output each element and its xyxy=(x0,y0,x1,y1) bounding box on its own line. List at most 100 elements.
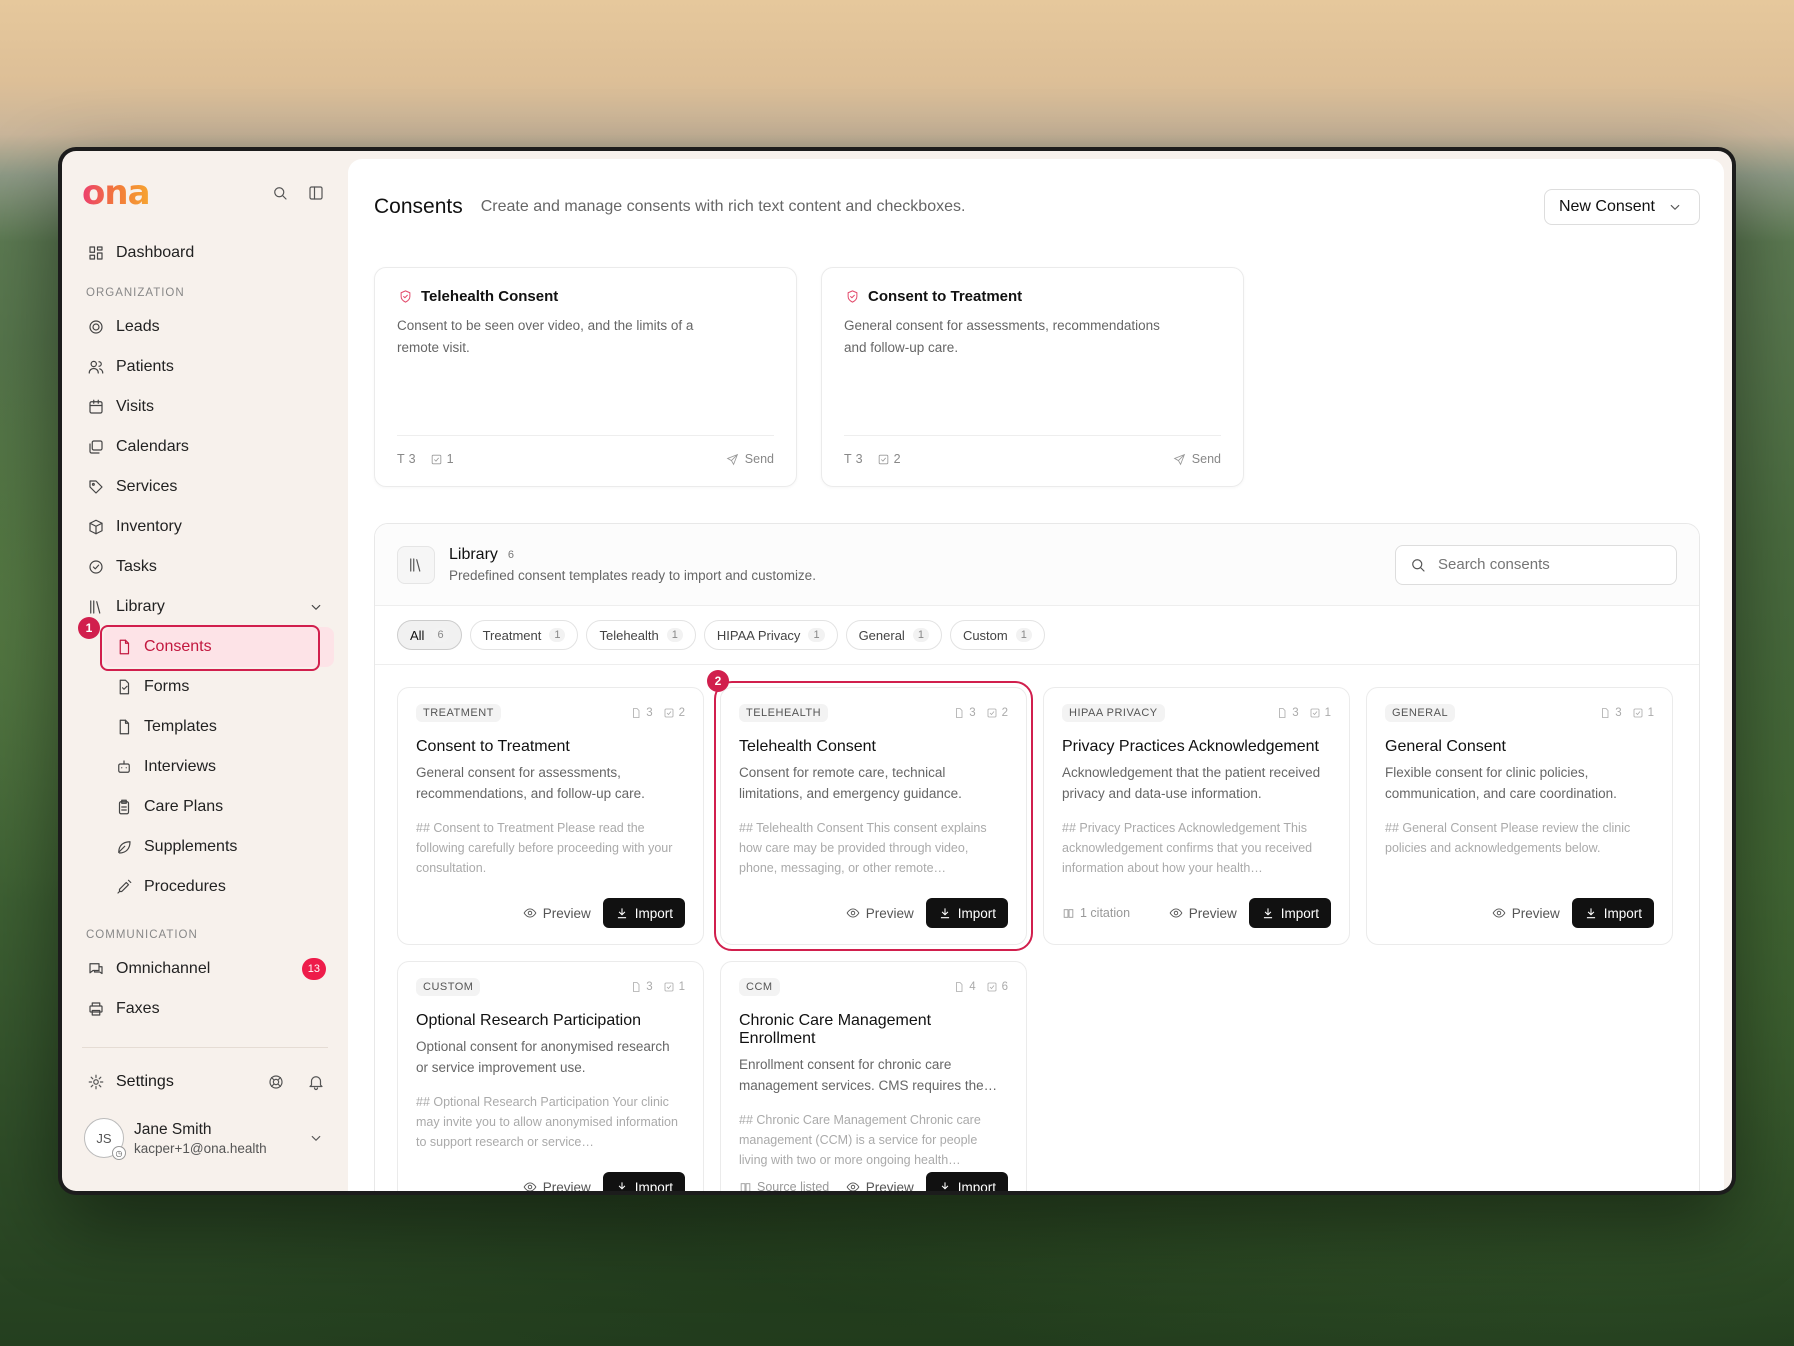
filter-chip-hipaa[interactable]: HIPAA Privacy 1 xyxy=(703,620,838,650)
count: 3 xyxy=(855,452,863,466)
clock-icon: ◷ xyxy=(112,1146,126,1160)
chip-label: General xyxy=(858,627,905,643)
consent-card[interactable]: Consent to Treatment General consent for… xyxy=(821,267,1244,487)
document-count: 4 xyxy=(953,981,976,993)
printer-icon xyxy=(86,999,106,1019)
nav-label: Tasks xyxy=(116,558,157,575)
template-card[interactable]: CUSTOM 3 1 Optional Research Participation O… xyxy=(397,961,704,1191)
nav-care-plans[interactable]: Care Plans xyxy=(76,787,334,827)
nav-procedures[interactable]: Procedures xyxy=(76,867,334,907)
nav-library[interactable]: Library xyxy=(76,587,334,627)
nav-supplements[interactable]: Supplements xyxy=(76,827,334,867)
chevron-down-icon[interactable] xyxy=(306,597,326,617)
chip-label: All xyxy=(410,627,425,643)
category-tag: TELEHEALTH xyxy=(739,704,829,722)
filter-chip-telehealth[interactable]: Telehealth 1 xyxy=(586,620,696,650)
nav-calendars[interactable]: Calendars xyxy=(76,427,334,467)
preview-button[interactable]: Preview xyxy=(1492,906,1560,921)
template-card[interactable]: GENERAL 3 1 General Consent Flexible consent… xyxy=(1366,687,1673,945)
nav-dashboard[interactable]: Dashboard xyxy=(76,233,334,273)
preview-button[interactable]: Preview xyxy=(846,1180,914,1191)
nav-interviews[interactable]: Interviews xyxy=(76,747,334,787)
count: 2 xyxy=(893,452,901,466)
nav-forms[interactable]: Forms xyxy=(76,667,334,707)
send-button[interactable]: Send xyxy=(1173,452,1221,466)
library-icon xyxy=(397,545,435,584)
nav-label: Care Plans xyxy=(144,798,224,815)
nav-label: Inventory xyxy=(116,518,182,535)
leaf-icon xyxy=(114,837,134,857)
preview-label: Preview xyxy=(542,1179,591,1192)
preview-button[interactable]: Preview xyxy=(523,1179,591,1192)
import-button[interactable]: Import xyxy=(1248,898,1331,928)
import-button[interactable]: Import xyxy=(602,1172,685,1191)
filter-chip-all[interactable]: All 6 xyxy=(397,620,462,650)
import-button[interactable]: Import xyxy=(925,898,1008,928)
nav-patients[interactable]: Patients xyxy=(76,347,334,387)
search-input[interactable] xyxy=(1438,556,1658,573)
search-icon[interactable] xyxy=(270,183,290,203)
syringe-icon xyxy=(114,877,134,897)
nav-label: Services xyxy=(116,478,178,495)
help-lifebuoy-icon[interactable] xyxy=(266,1072,286,1092)
import-button[interactable]: Import xyxy=(1571,898,1654,928)
import-label: Import xyxy=(957,1179,996,1192)
nav-label: Settings xyxy=(116,1073,174,1090)
category-tag: GENERAL xyxy=(1385,704,1456,722)
template-card[interactable]: TELEHEALTH 3 2 Telehealth Consent Consent fo… xyxy=(707,670,1033,951)
bell-icon[interactable] xyxy=(306,1072,326,1092)
checkbox-count: 1 xyxy=(430,452,454,466)
nav-settings[interactable]: Settings xyxy=(76,1060,334,1104)
count: 1 xyxy=(678,981,685,993)
tag-icon xyxy=(86,477,106,497)
template-description: Flexible consent for clinic policies, co… xyxy=(1385,765,1617,801)
template-card[interactable]: HIPAA PRIVACY 3 1 Privacy Practices Acknowl… xyxy=(1043,687,1350,945)
preview-button[interactable]: Preview xyxy=(523,906,591,921)
chevron-down-icon xyxy=(1665,197,1685,217)
nav-tasks[interactable]: Tasks xyxy=(76,547,334,587)
nav-faxes[interactable]: Faxes xyxy=(76,989,334,1029)
user-name: Jane Smith xyxy=(134,1120,212,1138)
ona-logo[interactable]: ona xyxy=(82,173,151,213)
filter-chip-custom[interactable]: Custom 1 xyxy=(949,620,1045,650)
nav-services[interactable]: Services xyxy=(76,467,334,507)
nav-inventory[interactable]: Inventory xyxy=(76,507,334,547)
template-card[interactable]: CCM 4 6 Chronic Care Management Enrollment E… xyxy=(720,961,1027,1191)
count: 3 xyxy=(969,707,976,719)
card-counts: 31 xyxy=(1276,707,1331,719)
send-icon xyxy=(1173,453,1185,465)
page-description: Create and manage consents with rich tex… xyxy=(480,198,966,215)
import-button[interactable]: Import xyxy=(602,898,685,928)
chevron-down-icon[interactable] xyxy=(306,1128,326,1148)
filter-chip-general[interactable]: General 1 xyxy=(845,620,942,650)
import-button[interactable]: Import xyxy=(925,1172,1008,1192)
new-consent-button[interactable]: New Consent xyxy=(1543,189,1700,225)
preview-button[interactable]: Preview xyxy=(1169,906,1237,921)
consent-card[interactable]: Telehealth Consent Consent to be seen ov… xyxy=(374,267,797,487)
bot-icon xyxy=(114,757,134,777)
count: 4 xyxy=(969,981,976,993)
library-title: Library xyxy=(449,546,498,563)
count: 1 xyxy=(1324,707,1331,719)
filter-chip-treatment[interactable]: Treatment 1 xyxy=(469,620,579,650)
nav-visits[interactable]: Visits xyxy=(76,387,334,427)
count: 6 xyxy=(1001,981,1008,993)
nav-leads[interactable]: Leads xyxy=(76,307,334,347)
user-email: kacper+1@ona.health xyxy=(134,1140,267,1156)
user-menu[interactable]: JS ◷ Jane Smith kacper+1@ona.health xyxy=(76,1118,334,1160)
preview-button[interactable]: Preview xyxy=(846,906,914,921)
checkbox-icon xyxy=(431,454,441,464)
nav-omnichannel[interactable]: Omnichannel 13 xyxy=(76,949,334,989)
template-card[interactable]: TREATMENT 3 2 Consent to Treatment General c… xyxy=(397,687,704,945)
preview-label: Preview xyxy=(542,905,591,921)
sidebar-toggle-icon[interactable] xyxy=(306,183,326,203)
send-button[interactable]: Send xyxy=(726,452,774,466)
nav-templates[interactable]: Templates xyxy=(76,707,334,747)
count: 1 xyxy=(1647,707,1654,719)
chip-label: Custom xyxy=(962,627,1008,643)
search-box[interactable] xyxy=(1395,544,1677,585)
template-description: Consent for remote care, technical limit… xyxy=(739,765,962,801)
nav-consents[interactable]: Consents xyxy=(104,627,334,667)
eye-icon xyxy=(846,906,860,920)
text-fields-count: T3 xyxy=(397,452,416,466)
